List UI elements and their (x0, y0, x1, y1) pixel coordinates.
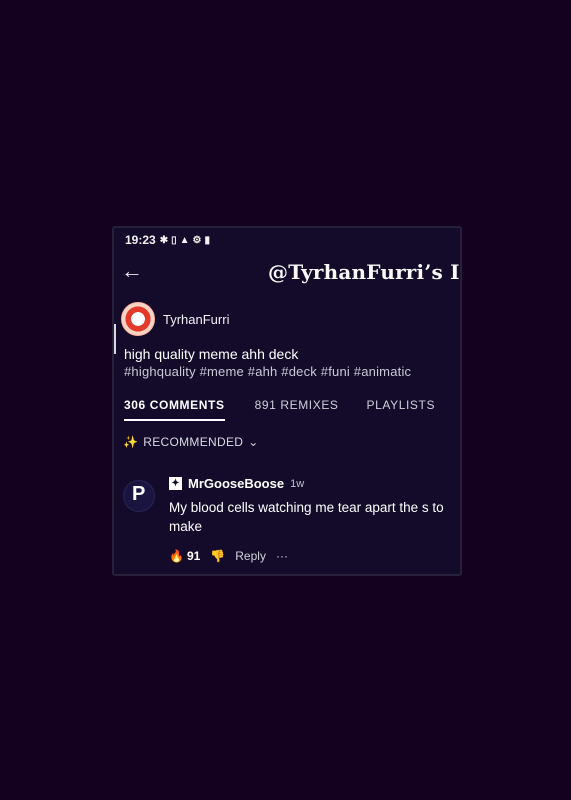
chevron-down-icon: ⌄ (248, 435, 259, 449)
like-button[interactable]: 🔥 91 (169, 549, 200, 563)
sort-dropdown[interactable]: ✨ RECOMMENDED ⌄ (123, 435, 259, 449)
arrow-left-icon: ← (121, 258, 143, 283)
more-options-icon[interactable]: ··· (276, 549, 288, 563)
author-name[interactable]: TyrhanFurri (163, 312, 229, 327)
reply-button[interactable]: Reply (235, 549, 266, 563)
status-bar: 19:23 ✱ ▯ ▲ ⚙ ▮ (125, 232, 210, 248)
dislike-icon[interactable]: 👎 (210, 549, 225, 563)
tab-bar: 306 COMMENTS 891 REMIXES PLAYLISTS (124, 398, 460, 421)
app-screen: 19:23 ✱ ▯ ▲ ⚙ ▮ ← @TyrhanFurri’s I Tyrha… (112, 226, 462, 576)
like-count: 91 (186, 549, 201, 563)
comment-header: ✦ MrGooseBoose 1w (169, 476, 304, 491)
bluetooth-icon: ✱ (159, 234, 169, 246)
comment-username[interactable]: MrGooseBoose (188, 476, 284, 491)
tab-remixes[interactable]: 891 REMIXES (255, 398, 339, 421)
header: ← @TyrhanFurri’s I (114, 256, 460, 286)
battery-icon: ▮ (204, 234, 210, 246)
scroll-indicator (114, 324, 116, 354)
back-button[interactable]: ← (119, 258, 145, 284)
tab-comments[interactable]: 306 COMMENTS (124, 398, 225, 421)
sparkle-icon: ✨ (123, 435, 139, 449)
tab-playlists[interactable]: PLAYLISTS (367, 398, 436, 421)
status-time: 19:23 (125, 233, 156, 247)
fire-icon: 🔥 (169, 549, 184, 563)
post-tags[interactable]: #highquality #meme #ahh #deck #funi #ani… (124, 364, 411, 379)
settings-icon: ⚙ (192, 234, 202, 246)
warning-icon: ▲ (179, 234, 190, 246)
comment-actions: 🔥 91 👎 Reply ··· (169, 549, 288, 563)
page-title: @TyrhanFurri’s I (268, 260, 460, 284)
sort-label: RECOMMENDED (143, 435, 244, 449)
vibrate-icon: ▯ (171, 234, 177, 246)
post-author[interactable]: TyrhanFurri (121, 302, 229, 336)
avatar[interactable] (121, 302, 155, 336)
comment-time: 1w (290, 477, 305, 490)
comment-text: My blood cells watching me tear apart th… (169, 500, 444, 534)
verified-badge-icon: ✦ (169, 477, 182, 490)
post-description: high quality meme ahh deck (124, 346, 299, 362)
commenter-avatar[interactable]: P (123, 480, 155, 512)
